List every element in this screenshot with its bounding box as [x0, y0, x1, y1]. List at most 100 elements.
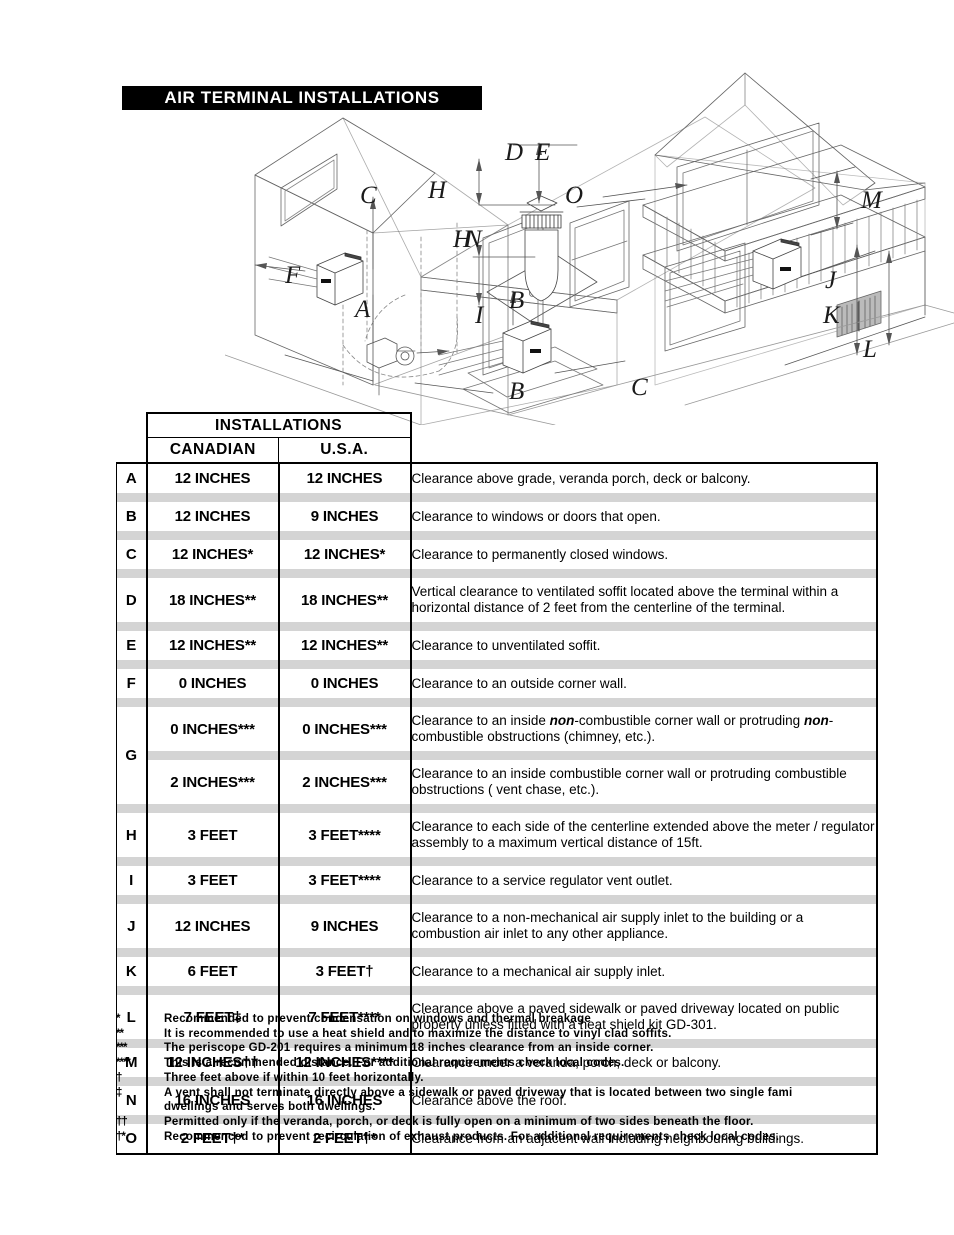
row-separator: [116, 531, 878, 540]
row-description: Clearance to each side of the centerline…: [410, 813, 878, 857]
row-description: Clearance to an inside non-combustible c…: [410, 707, 878, 751]
row-usa-value: 0 INCHES: [278, 669, 412, 698]
illustration-label-A: A: [353, 296, 371, 323]
footnote-marker: *: [116, 1013, 120, 1025]
row-letter: E: [116, 631, 148, 660]
table-header-region-row: CANADIAN U.S.A.: [117, 437, 877, 464]
footnote-marker: †*: [116, 1130, 126, 1143]
row-description: Clearance to windows or doors that open.: [410, 502, 878, 531]
table-row: K 6 FEET 3 FEET† Clearance to a mechanic…: [116, 957, 878, 986]
row-letter: F: [116, 669, 148, 698]
row-canadian-value: 6 FEET: [146, 957, 280, 986]
footnote-marker: ***: [116, 1042, 127, 1055]
row-canadian-value: 12 INCHES**: [146, 631, 280, 660]
row-canadian-value: 18 INCHES**: [146, 578, 280, 622]
row-canadian-value: 0 INCHES: [146, 669, 280, 698]
footnote-marker: ††: [116, 1116, 128, 1129]
row-separator: [116, 986, 878, 995]
row-separator: [117, 751, 878, 760]
illustration-label-M: M: [860, 187, 883, 214]
row-letter: A: [116, 462, 148, 493]
row-usa-value: 9 INCHES: [278, 904, 412, 948]
house-clearance-illustration: D E N O F C A H H I B B C M J K L: [225, 55, 954, 425]
row-description: Clearance to a mechanical air supply inl…: [410, 957, 878, 986]
footnote-marker: ****: [116, 1057, 131, 1070]
row-usa-value: 12 INCHES**: [278, 631, 412, 660]
row-canadian-value: 0 INCHES***: [146, 707, 280, 751]
footnote-item: ‡ A vent shall not terminate directly ab…: [116, 1086, 954, 1101]
header-canadian: CANADIAN: [145, 437, 279, 464]
table-row: B 12 INCHES 9 INCHES Clearance to window…: [116, 502, 878, 531]
row-canadian-value: 12 INCHES: [146, 904, 280, 948]
illustration-label-H1: H: [427, 177, 448, 204]
row-separator: [116, 948, 878, 957]
footnote-continuation: dwellings and serves both dwellings.: [164, 1101, 376, 1114]
row-usa-value: 3 FEET†: [278, 957, 412, 986]
row-description: Clearance to a non-mechanical air supply…: [410, 904, 878, 948]
footnote-marker: †: [116, 1071, 122, 1084]
footnote-text: Recommended to prevent condensation on w…: [164, 1013, 591, 1025]
header-corner-spacer: [117, 413, 147, 438]
illustration-label-D: D: [504, 139, 523, 166]
row-canadian-value: 12 INCHES: [146, 502, 280, 531]
footnote-item: †* Recommenced to prevent recirculation …: [116, 1130, 954, 1145]
illustration-label-J: J: [825, 267, 838, 294]
illustration-label-C2: C: [631, 374, 648, 401]
footnote-text: The periscope GD-201 requires a minimum …: [164, 1042, 654, 1055]
illustration-label-E: E: [534, 139, 550, 166]
row-description: Clearance to an inside combustible corne…: [410, 760, 878, 804]
footnote-text: Permitted only if the veranda, porch, or…: [164, 1116, 754, 1129]
row-separator: [116, 804, 878, 813]
table-row: H 3 FEET 3 FEET**** Clearance to each si…: [116, 813, 878, 857]
footnote-text: It is recommended to use a heat shield a…: [164, 1027, 672, 1040]
row-canadian-value: 3 FEET: [146, 813, 280, 857]
row-separator: [116, 493, 878, 502]
row-separator: [116, 698, 878, 707]
row-letter: G: [116, 707, 148, 804]
footnote-text: A vent shall not terminate directly abov…: [164, 1086, 793, 1099]
footnote-item: †† Permitted only if the veranda, porch,…: [116, 1115, 954, 1130]
row-separator: [116, 857, 878, 866]
row-canadian-value: 12 INCHES: [146, 462, 280, 493]
header-corner-spacer-2: [117, 438, 147, 464]
row-letter: B: [116, 502, 148, 531]
illustration-label-C1: C: [360, 182, 377, 209]
illustration-label-K: K: [822, 302, 841, 329]
table-row: J 12 INCHES 9 INCHES Clearance to a non-…: [116, 904, 878, 948]
table-row: G 0 INCHES*** 0 INCHES*** Clearance to a…: [116, 707, 878, 804]
table-row: 2 INCHES*** 2 INCHES*** Clearance to an …: [117, 760, 878, 804]
row-description: Vertical clearance to ventilated soffit …: [410, 578, 878, 622]
footnote-item: † Three feet above if within 10 feet hor…: [116, 1071, 954, 1086]
table-row: E 12 INCHES** 12 INCHES** Clearance to u…: [116, 631, 878, 660]
footnote-text: Recommenced to prevent recirculation of …: [164, 1130, 780, 1143]
row-canadian-value: 2 INCHES***: [146, 760, 280, 804]
row-usa-value: 18 INCHES**: [278, 578, 412, 622]
row-usa-value: 12 INCHES: [278, 462, 412, 493]
footnote-item: *** The periscope GD-201 requires a mini…: [116, 1041, 954, 1056]
footnote-text: This is a recommended distance. For addi…: [164, 1057, 625, 1070]
header-desc-spacer: [411, 413, 877, 438]
footnote-marker: **: [116, 1027, 124, 1040]
row-usa-value: 0 INCHES***: [278, 707, 412, 751]
row-letter: H: [116, 813, 148, 857]
row-separator: [116, 895, 878, 904]
footnote-item: ** It is recommended to use a heat shiel…: [116, 1027, 954, 1042]
row-separator: [116, 660, 878, 669]
desc-emphasis: non: [803, 713, 829, 729]
table-row: A 12 INCHES 12 INCHES Clearance above gr…: [116, 462, 878, 493]
row-canadian-value: 3 FEET: [146, 866, 280, 895]
row-description: Clearance to unventilated soffit.: [410, 631, 878, 660]
row-separator: [116, 569, 878, 578]
row-usa-value: 12 INCHES*: [278, 540, 412, 569]
row-description: Clearance to permanently closed windows.: [410, 540, 878, 569]
row-letter: J: [116, 904, 148, 948]
row-canadian-value: 12 INCHES*: [146, 540, 280, 569]
header-desc-spacer-2: [411, 438, 877, 464]
illustration-label-F: F: [284, 262, 301, 289]
row-description: Clearance above grade, veranda porch, de…: [410, 462, 878, 493]
illustration-label-B1: B: [509, 287, 524, 314]
table-row: I 3 FEET 3 FEET**** Clearance to a servi…: [116, 866, 878, 895]
desc-part: Clearance to an inside: [411, 713, 550, 729]
table-row: F 0 INCHES 0 INCHES Clearance to an outs…: [116, 669, 878, 698]
row-usa-value: 3 FEET****: [278, 866, 412, 895]
